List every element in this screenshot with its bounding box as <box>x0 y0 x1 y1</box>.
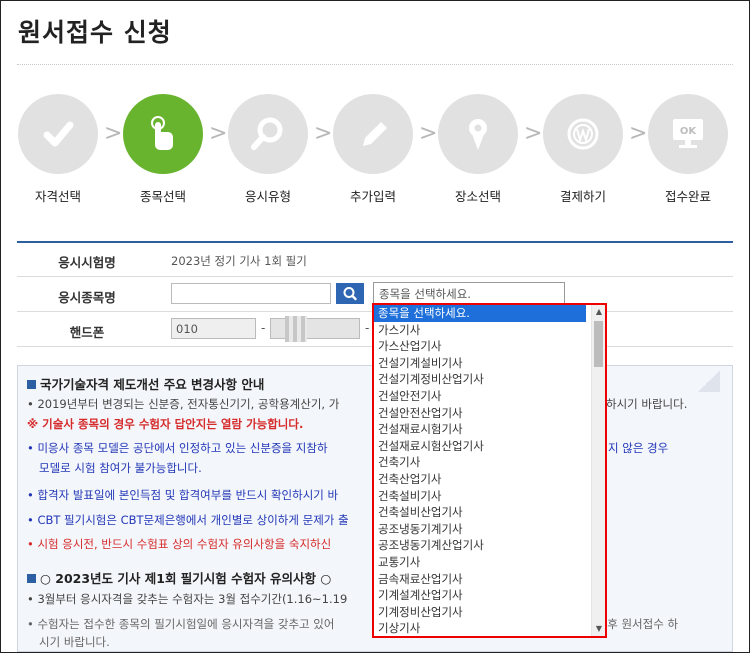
step-venue: 장소선택 <box>432 94 524 205</box>
notice-line: 모델로 시험 참여가 불가능합니다. <box>39 461 202 475</box>
won-coin-icon <box>543 94 623 174</box>
step-label: 접수완료 <box>664 189 711 204</box>
notice-title: 국가기술자격 제도개선 주요 변경사항 안내 <box>27 374 264 393</box>
exam-value: 2023년 정기 기사 1회 필기 <box>171 254 307 268</box>
magnifier-icon <box>228 94 308 174</box>
dropdown-option[interactable]: 기상기사 <box>374 620 586 636</box>
scroll-up-icon[interactable]: ▲ <box>592 305 605 319</box>
square-bullet-icon <box>27 574 36 583</box>
dropdown-option[interactable]: 가스산업기사 <box>374 338 586 355</box>
monitor-ok-icon: OK <box>648 94 728 174</box>
notice-line: • CBT 필기시험은 CBT문제은행에서 개인별로 상이하게 문제가 출 <box>27 513 349 527</box>
notice-warning: ※ 기술사 종목의 경우 수험자 답안지는 열람 가능합니다. <box>27 417 304 431</box>
step-label: 자격선택 <box>34 189 81 204</box>
subject-dropdown-list[interactable]: 종목을 선택하세요. 가스기사 가스산업기사 건설기계설비기사 건설기계정비산업기사 건설… <box>372 303 607 638</box>
subject-label: 응시종목명 <box>58 290 116 305</box>
monitor-ok-text: OK <box>680 126 698 137</box>
exam-row: 응시시험명 2023년 정기 기사 1회 필기 <box>17 243 733 277</box>
scroll-thumb[interactable] <box>594 321 603 367</box>
dropdown-option[interactable]: 건축기사 <box>374 454 586 471</box>
notice-line: • 미응사 종목 모델은 공단에서 인정하고 있는 신분증을 지참하 <box>27 441 328 455</box>
page-title: 원서접수 신청 <box>18 18 172 47</box>
dropdown-option[interactable]: 금속재료산업기사 <box>374 571 586 588</box>
dropdown-option[interactable]: 건축설비산업기사 <box>374 504 586 521</box>
page-fold-icon <box>698 370 720 392</box>
search-icon <box>343 287 357 301</box>
notice-line: • 시험 응시전, 반드시 수험표 상의 수험자 유의사항을 숙지하신 <box>27 537 332 551</box>
notice-line: • 수험자는 접수한 종목의 필기시험일에 응시자격을 갖추고 있어 <box>27 617 335 631</box>
dropdown-option[interactable]: 교통기사 <box>374 554 586 571</box>
phone-label: 핸드폰 <box>69 325 105 340</box>
check-icon <box>18 94 98 174</box>
scroll-down-icon[interactable]: ▼ <box>592 622 605 636</box>
dropdown-option[interactable]: 건설안전기사 <box>374 388 586 405</box>
step-complete: OK 접수완료 <box>642 94 734 205</box>
subject-search-input[interactable] <box>171 283 331 304</box>
phone-middle-field[interactable] <box>270 318 360 339</box>
notice-line: • 2019년부터 변경되는 신분증, 전자통신기기, 공학용계산기, 가 <box>27 397 340 411</box>
dropdown-option[interactable]: 가스기사 <box>374 322 586 339</box>
step-label: 결제하기 <box>559 189 606 204</box>
notice-subtitle: ○ 2023년도 기사 제1회 필기시험 수험자 유의사항 ○ <box>27 568 331 587</box>
redacted-area <box>285 316 307 342</box>
step-label: 장소선택 <box>454 189 501 204</box>
dropdown-options: 종목을 선택하세요. 가스기사 가스산업기사 건설기계설비기사 건설기계정비산업기사 건설… <box>374 305 586 636</box>
exam-label: 응시시험명 <box>58 255 116 270</box>
notice-line-tail: 지 않은 경우 <box>608 441 669 455</box>
notice-line: 시기 바랍니다. <box>39 635 110 649</box>
phone-prefix-field[interactable]: 010 <box>171 318 256 339</box>
dropdown-option[interactable]: 기계정비산업기사 <box>374 604 586 621</box>
title-divider <box>17 64 733 65</box>
search-button[interactable] <box>336 283 364 304</box>
pencil-icon <box>333 94 413 174</box>
step-additional-input: 추가입력 <box>327 94 419 205</box>
step-label: 종목선택 <box>139 189 186 204</box>
notice-line-tail: 하시기 바랍니다. <box>606 397 688 411</box>
step-exam-type: 응시유형 <box>222 94 314 205</box>
step-label: 응시유형 <box>244 189 291 204</box>
subject-select[interactable]: 종목을 선택하세요. <box>373 282 565 304</box>
square-bullet-icon <box>27 380 36 389</box>
window-frame: 원서접수 신청 자격선택 > 종목선택 > 응시유형 > 추가입력 > 장소선택… <box>0 0 750 653</box>
dropdown-option[interactable]: 건축산업기사 <box>374 471 586 488</box>
step-qualification: 자격선택 <box>12 94 104 205</box>
dropdown-option[interactable]: 건설기계설비기사 <box>374 355 586 372</box>
notice-line: • 합격자 발표일에 본인득점 및 합격여부를 반드시 확인하시기 바 <box>27 488 339 502</box>
application-form: 응시시험명 2023년 정기 기사 1회 필기 응시종목명 종목을 선택하세요.… <box>17 241 733 347</box>
dropdown-option[interactable]: 건설재료시험산업기사 <box>374 438 586 455</box>
dropdown-option[interactable]: 기계설계산업기사 <box>374 587 586 604</box>
step-payment: 결제하기 <box>537 94 629 205</box>
step-label: 추가입력 <box>349 189 396 204</box>
dropdown-option[interactable]: 건축설비기사 <box>374 488 586 505</box>
dropdown-option[interactable]: 건설안전산업기사 <box>374 405 586 422</box>
dropdown-option[interactable]: 건설기계정비산업기사 <box>374 371 586 388</box>
dropdown-option[interactable]: 건설재료시험기사 <box>374 421 586 438</box>
dropdown-option[interactable]: 종목을 선택하세요. <box>374 305 586 322</box>
pointer-hand-icon <box>123 94 203 174</box>
dropdown-option[interactable]: 공조냉동기계기사 <box>374 521 586 538</box>
dropdown-scrollbar[interactable]: ▲ ▼ <box>591 305 605 636</box>
dropdown-option[interactable]: 공조냉동기계산업기사 <box>374 537 586 554</box>
notice-line: • 3월부터 응시자격을 갖추는 수험자는 3월 접수기간(1.16~1.19 <box>27 592 348 606</box>
phone-dash: - <box>261 321 266 335</box>
map-pin-icon <box>438 94 518 174</box>
step-subject: 종목선택 <box>117 94 209 205</box>
phone-dash: - <box>365 321 370 335</box>
